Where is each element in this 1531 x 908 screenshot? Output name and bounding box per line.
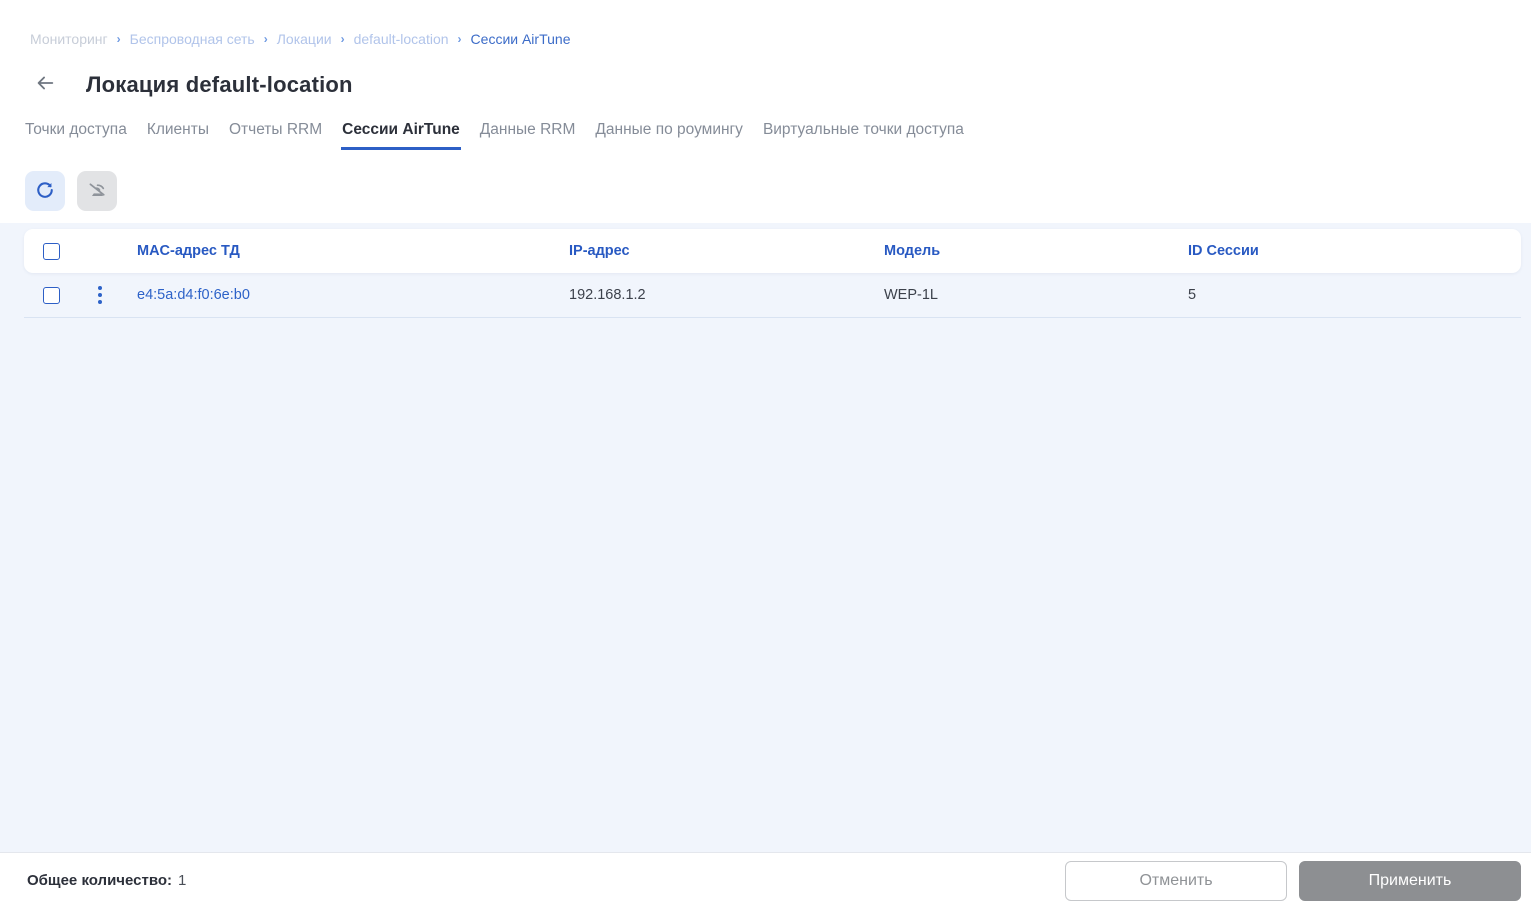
column-header-model[interactable]: Модель (869, 243, 1173, 259)
breadcrumb-item-default-location[interactable]: default-location (354, 31, 449, 47)
breadcrumb-separator: › (263, 32, 268, 46)
page-header: Локация default-location (28, 68, 1531, 102)
breadcrumb: Мониторинг › Беспроводная сеть › Локации… (0, 0, 1531, 47)
footer-buttons: Отменить Применить (1065, 860, 1521, 901)
breadcrumb-item-airtune-sessions: Сессии AirTune (470, 31, 571, 47)
kebab-icon (98, 286, 102, 304)
footer-bar: Общее количество: 1 Отменить Применить (0, 852, 1531, 908)
app-window: Мониторинг › Беспроводная сеть › Локации… (0, 0, 1531, 908)
refresh-button[interactable] (25, 171, 65, 211)
table-header-row: MAC-адрес ТД IP-адрес Модель ID Сессии (24, 229, 1521, 273)
refresh-icon (35, 180, 55, 203)
column-header-mac[interactable]: MAC-адрес ТД (122, 243, 554, 259)
row-mac-address-link[interactable]: e4:5a:d4:f0:6e:b0 (122, 287, 554, 303)
column-header-ip[interactable]: IP-адрес (554, 243, 869, 259)
tab-bar: Точки доступа Клиенты Отчеты RRM Сессии … (24, 119, 1531, 150)
total-count-value: 1 (178, 872, 187, 889)
tab-rrm-data[interactable]: Данные RRM (479, 119, 577, 150)
stop-airtune-session-button[interactable] (77, 171, 117, 211)
tab-airtune-sessions[interactable]: Сессии AirTune (341, 119, 461, 150)
breadcrumb-item-locations[interactable]: Локации (277, 31, 332, 47)
row-actions-menu-button[interactable] (88, 282, 112, 308)
tab-rrm-reports[interactable]: Отчеты RRM (228, 119, 323, 150)
column-header-session-id[interactable]: ID Сессии (1173, 243, 1521, 259)
content-panel: MAC-адрес ТД IP-адрес Модель ID Сессии e… (0, 223, 1531, 852)
breadcrumb-separator: › (340, 32, 345, 46)
tab-roaming-data[interactable]: Данные по роумингу (594, 119, 744, 150)
tab-virtual-access-points[interactable]: Виртуальные точки доступа (762, 119, 965, 150)
cancel-button[interactable]: Отменить (1065, 860, 1287, 901)
total-count: Общее количество: 1 (27, 872, 186, 889)
tab-access-points[interactable]: Точки доступа (24, 119, 128, 150)
tab-clients[interactable]: Клиенты (146, 119, 210, 150)
select-all-checkbox[interactable] (43, 242, 60, 260)
total-count-label: Общее количество: (27, 872, 173, 889)
breadcrumb-item-monitoring[interactable]: Мониторинг (30, 31, 108, 47)
breadcrumb-item-wireless-network[interactable]: Беспроводная сеть (130, 31, 255, 47)
row-ip-address: 192.168.1.2 (569, 287, 646, 303)
row-checkbox[interactable] (43, 286, 60, 304)
row-session-id: 5 (1188, 287, 1197, 303)
arrow-left-icon (34, 72, 56, 99)
breadcrumb-separator: › (116, 32, 121, 46)
apply-button[interactable]: Применить (1299, 860, 1521, 901)
back-button[interactable] (28, 68, 62, 102)
row-model: WEP-1L (884, 287, 938, 303)
toolbar (25, 171, 1531, 211)
table-header-card: MAC-адрес ТД IP-адрес Модель ID Сессии (24, 229, 1521, 273)
table-row: e4:5a:d4:f0:6e:b0 192.168.1.2 WEP-1L 5 (24, 273, 1521, 318)
page-title: Локация default-location (86, 72, 353, 97)
breadcrumb-separator: › (457, 32, 462, 46)
wifi-off-icon (86, 179, 108, 204)
